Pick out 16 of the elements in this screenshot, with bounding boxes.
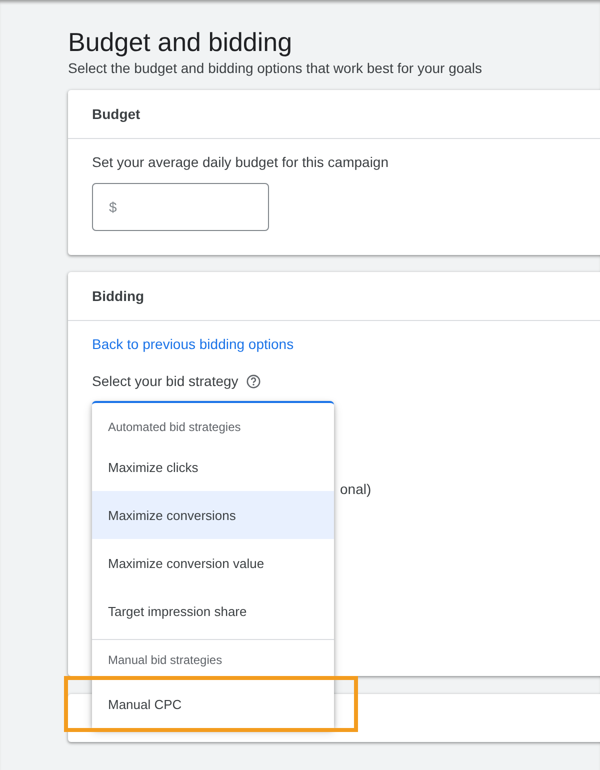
budget-field[interactable]: $: [92, 183, 269, 231]
page-subtitle: Select the budget and bidding options that work best for your goals: [68, 59, 484, 77]
option-text: onal): [339, 480, 372, 498]
strategy-label: Select your bid strategy: [92, 372, 238, 390]
page-title: Budget and bidding: [68, 27, 294, 57]
menu-option[interactable]: Maximize conversions: [92, 491, 334, 539]
budget-prompt: Set your average daily budget for this campaign: [92, 153, 390, 171]
menu-option[interactable]: Maximize conversion value: [92, 539, 334, 587]
back-link[interactable]: Back to previous bidding options: [92, 335, 294, 353]
menu-option[interactable]: Maximize clicks: [92, 443, 334, 491]
menu-option[interactable]: Manual CPC: [92, 680, 334, 728]
card-heading: Bidding: [68, 272, 600, 321]
menu-group-heading: Automated bid strategies: [107, 419, 242, 436]
menu-option[interactable]: Target impression share: [92, 587, 334, 635]
help-icon[interactable]: [246, 374, 262, 388]
card-heading: Budget: [68, 90, 600, 139]
